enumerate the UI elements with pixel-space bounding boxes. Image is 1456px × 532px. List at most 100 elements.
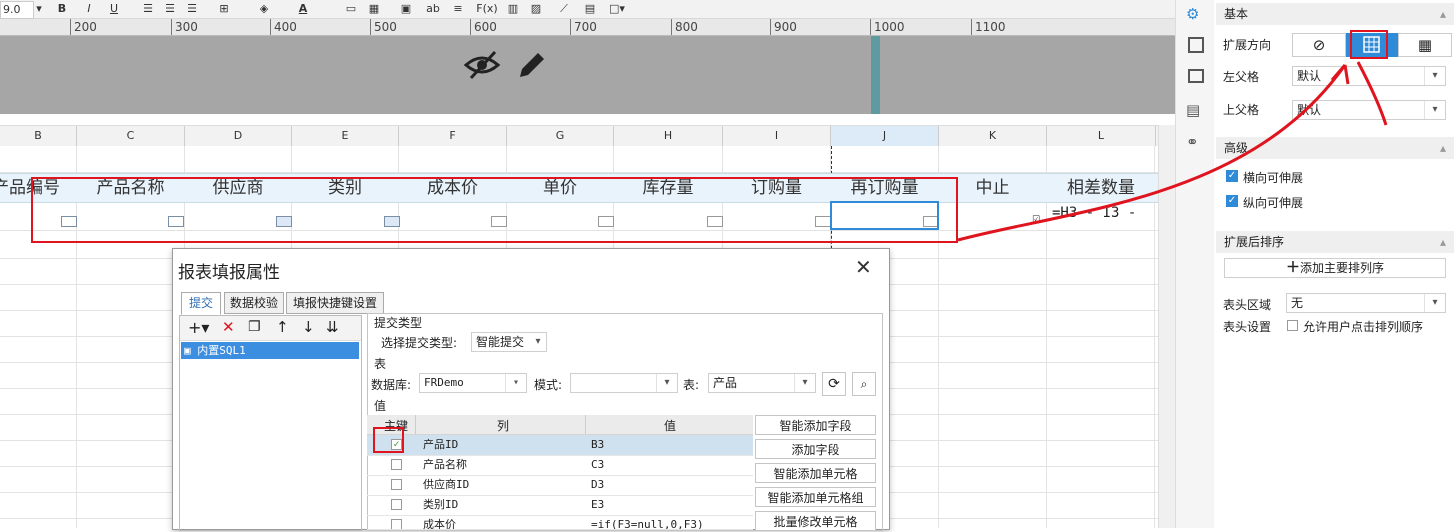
ruler-tick: 200 — [70, 19, 97, 35]
tab-submit[interactable]: 提交 — [181, 292, 221, 315]
slash-icon[interactable]: ⟋ — [556, 1, 572, 17]
column-header-i[interactable]: I — [723, 126, 831, 146]
fill-color-icon[interactable]: ◈ — [255, 1, 273, 17]
add-icon[interactable]: +▾ — [188, 318, 209, 337]
ruler-tick: 1100 — [971, 19, 1006, 35]
column-header-c[interactable]: C — [77, 126, 185, 146]
move-up-icon[interactable]: ↑ — [276, 318, 289, 336]
add-primary-sort-button[interactable]: ＋添加主要排列序 — [1224, 258, 1446, 278]
column-header-j[interactable]: J — [831, 126, 939, 146]
border-icon[interactable]: ⊞ — [215, 1, 233, 17]
section-basic[interactable]: 基本 ▴ — [1216, 3, 1454, 25]
table-row[interactable]: 供应商ID D3 — [367, 475, 753, 496]
text-button[interactable]: ab — [424, 1, 442, 17]
select-value: FRDemo — [424, 376, 464, 389]
table-select[interactable]: 产品 ▾ — [708, 373, 816, 393]
value-group: 值 — [374, 399, 387, 413]
column-header-b[interactable]: B — [0, 126, 77, 146]
italic-button[interactable]: I — [82, 1, 96, 17]
column-header-e[interactable]: E — [292, 126, 399, 146]
copy-icon[interactable]: ❐ — [248, 319, 261, 335]
split-cell-icon[interactable]: ▦ — [366, 1, 382, 17]
ruler-tick: 600 — [470, 19, 497, 35]
font-color-button[interactable]: A — [296, 1, 310, 17]
primary-key-checkbox[interactable] — [391, 459, 402, 470]
batch-modify-cells-button[interactable]: 批量修改单元格 — [755, 511, 876, 531]
more-icon[interactable]: □▾ — [606, 1, 628, 17]
database-select[interactable]: FRDemo ▾ — [419, 373, 527, 393]
select-value: 无 — [1291, 296, 1304, 310]
table-group: 表 — [374, 357, 387, 371]
align-center-icon[interactable]: ☰ — [162, 1, 178, 17]
formula-button[interactable]: F(x) — [474, 1, 500, 17]
chart-icon[interactable]: ▥ — [505, 1, 521, 17]
formatting-toolbar: 9.0 ▾ B I U ☰ ☰ ☰ ⊞ ◈ A ▭ ▦ ▣ ab ≡ F(x) … — [0, 0, 1175, 19]
dialog-title: 报表填报属性 — [178, 263, 280, 283]
table-row[interactable]: 产品名称 C3 — [367, 455, 753, 476]
delete-icon[interactable]: ✕ — [222, 318, 235, 336]
chevron-down-icon: ▾ — [656, 374, 677, 392]
table-row[interactable]: 类别ID E3 — [367, 495, 753, 516]
subreport-icon[interactable]: ▤ — [582, 1, 598, 17]
merge-cell-icon[interactable]: ▭ — [343, 1, 359, 17]
chevron-down-icon: ▾ — [794, 374, 815, 392]
smart-add-field-button[interactable]: 智能添加字段 — [755, 415, 876, 435]
tab-shortcut-settings[interactable]: 填报快捷键设置 — [286, 292, 384, 314]
column-header-h[interactable]: H — [614, 126, 723, 146]
column-header-value: 值 — [664, 419, 677, 433]
smart-add-cell-button[interactable]: 智能添加单元格 — [755, 463, 876, 483]
report-fill-properties-dialog: 报表填报属性 ✕ 提交 数据校验 填报快捷键设置 +▾ ✕ ❐ ↑ ↓ ⇊ ▣ … — [172, 248, 890, 531]
cell-attributes-icon[interactable]: ⚙ — [1186, 5, 1204, 23]
ruler-tick: 700 — [570, 19, 597, 35]
insert-image-icon[interactable]: ▣ — [398, 1, 414, 17]
highlight-rectangle — [31, 177, 958, 243]
paragraph-icon[interactable]: ≡ — [450, 1, 466, 17]
underline-button[interactable]: U — [107, 1, 121, 17]
allow-user-sort-checkbox[interactable] — [1287, 320, 1298, 331]
header-area-select[interactable]: 无 ▾ — [1286, 293, 1446, 313]
column-header-f[interactable]: F — [399, 126, 507, 146]
allow-user-sort-label: 允许用户点击排列顺序 — [1303, 320, 1424, 334]
column-header-d[interactable]: D — [185, 126, 292, 146]
page-boundary-marker — [871, 36, 880, 114]
list-item[interactable]: ▣ 内置SQL1 — [181, 342, 359, 359]
add-field-button[interactable]: 添加字段 — [755, 439, 876, 459]
plus-icon: ＋ — [1285, 260, 1300, 276]
font-size-select[interactable]: 9.0 — [0, 1, 34, 19]
submit-type-label: 选择提交类型: — [381, 336, 458, 350]
primary-key-checkbox[interactable] — [391, 499, 402, 510]
row-column: 产品ID — [423, 438, 459, 451]
button-label: 添加主要排列序 — [1299, 261, 1384, 275]
chevron-down-icon: ▾ — [535, 336, 541, 347]
bold-button[interactable]: B — [55, 1, 69, 17]
row-value: C3 — [591, 458, 605, 471]
tab-data-validation[interactable]: 数据校验 — [224, 292, 284, 314]
schema-label: 模式: — [534, 378, 563, 392]
align-left-icon[interactable]: ☰ — [140, 1, 156, 17]
refresh-icon[interactable]: ⟳ — [822, 372, 846, 396]
ruler: 200 300 400 500 600 700 800 900 1000 110… — [0, 19, 1175, 36]
chevron-down-icon[interactable]: ▾ — [33, 1, 45, 17]
table-row[interactable]: ✓ 产品ID B3 — [367, 435, 753, 456]
preview-icon[interactable]: ⌕ — [852, 372, 876, 396]
submit-list-panel: +▾ ✕ ❐ ↑ ↓ ⇊ ▣ 内置SQL1 — [179, 315, 362, 531]
ruler-tick: 500 — [370, 19, 397, 35]
align-right-icon[interactable]: ☰ — [184, 1, 200, 17]
edit-pencil-icon[interactable] — [516, 49, 548, 81]
primary-key-checkbox[interactable] — [391, 519, 402, 529]
row-value: D3 — [591, 478, 605, 491]
submit-type-select[interactable]: 智能提交 ▾ — [471, 332, 547, 352]
picture-icon[interactable]: ▨ — [528, 1, 544, 17]
value-table-header: 主键 列 值 — [367, 415, 753, 435]
horizontal-expand-button[interactable]: ▦ — [1398, 33, 1452, 57]
schema-select[interactable]: ▾ — [570, 373, 678, 393]
column-header-g[interactable]: G — [507, 126, 614, 146]
hidden-eye-icon[interactable] — [463, 48, 501, 82]
primary-key-checkbox[interactable] — [391, 479, 402, 490]
smart-add-cell-group-button[interactable]: 智能添加单元格组 — [755, 487, 876, 507]
move-down-icon[interactable]: ↓ — [302, 318, 315, 336]
move-bottom-icon[interactable]: ⇊ — [326, 318, 339, 336]
header-area-label: 表头区域 — [1223, 298, 1272, 312]
database-label: 数据库: — [371, 378, 412, 392]
close-icon[interactable]: ✕ — [855, 255, 872, 279]
